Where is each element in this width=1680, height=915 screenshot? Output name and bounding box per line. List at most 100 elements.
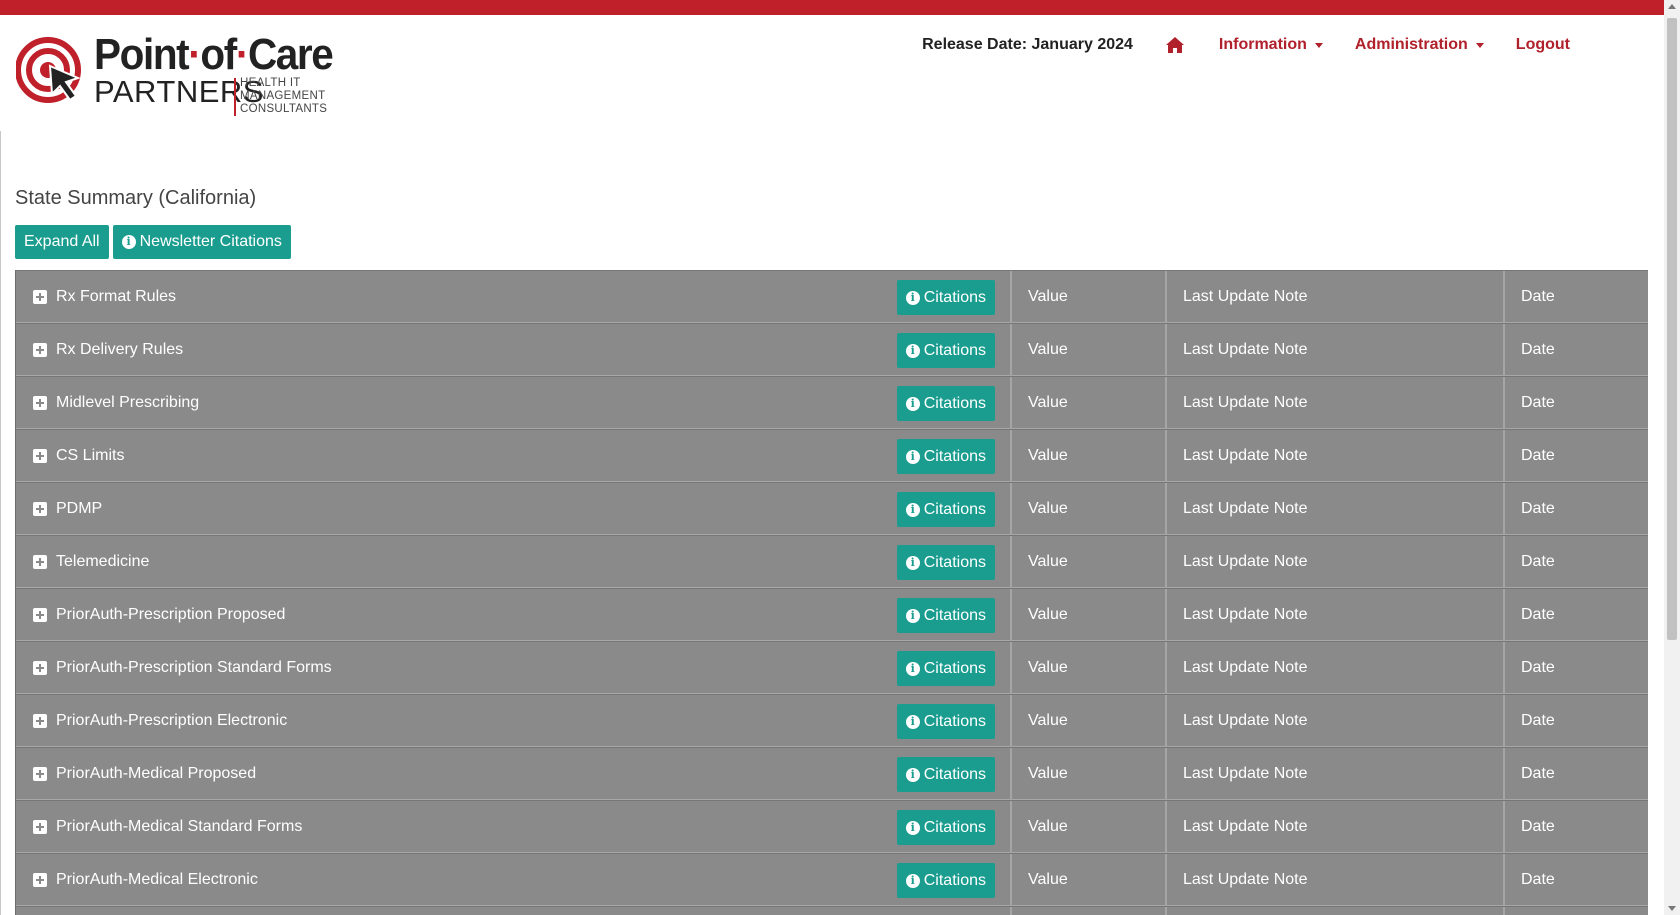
expand-icon[interactable] xyxy=(33,343,47,357)
citations-button[interactable]: i Citations xyxy=(896,333,995,368)
citations-button[interactable]: i Citations xyxy=(896,280,995,315)
vertical-scrollbar[interactable] xyxy=(1664,0,1680,915)
nav-information[interactable]: Information xyxy=(1219,36,1323,54)
brand-divider xyxy=(234,78,236,116)
row-title: PriorAuth-Prescription Proposed xyxy=(56,606,286,623)
note-cell: Last Update Note xyxy=(1167,695,1505,747)
value-cell: Value xyxy=(1012,324,1167,376)
expand-icon[interactable] xyxy=(33,396,47,410)
table-row[interactable]: PriorAuth-Prescription Electronic i Citati… xyxy=(16,694,1648,747)
brand-logo[interactable]: Point·of·Care PARTNERS HEALTH IT MANAGEM… xyxy=(16,30,336,120)
note-cell: Last Update Note xyxy=(1167,589,1505,641)
info-icon: i xyxy=(905,449,920,464)
citations-button[interactable]: i Citations xyxy=(896,598,995,633)
logout-link[interactable]: Logout xyxy=(1516,36,1570,54)
expand-icon[interactable] xyxy=(33,290,47,304)
row-title-cell[interactable]: Rx Delivery Rules i Citations xyxy=(16,324,1012,376)
expand-all-button[interactable]: Expand All xyxy=(15,225,109,259)
row-title-cell[interactable]: PriorAuth-Medical Electronic i Citations xyxy=(16,854,1012,906)
expand-icon[interactable] xyxy=(33,555,47,569)
row-title-cell[interactable]: Rx Format Rules i Citations xyxy=(16,271,1012,323)
date-cell: Date xyxy=(1521,394,1555,411)
info-icon: i xyxy=(905,608,920,623)
table-row[interactable]: Telemedicine i Citations Value Last Update N… xyxy=(16,535,1648,588)
date-cell: Date xyxy=(1521,765,1555,782)
date-cell: Date xyxy=(1521,341,1555,358)
row-title-cell[interactable]: PriorAuth-Prescription Standard Forms i Ci… xyxy=(16,642,1012,694)
citations-button[interactable]: i Citations xyxy=(896,439,995,474)
row-title: Rx Delivery Rules xyxy=(56,341,184,358)
date-cell: Date xyxy=(1521,712,1555,729)
row-title: PriorAuth-Medical Proposed xyxy=(56,765,257,782)
row-title-cell[interactable]: PriorAuth-Medical Standard Forms i Citatio… xyxy=(16,801,1012,853)
table-row[interactable]: Rx Delivery Rules i Citations Value Last Upd… xyxy=(16,323,1648,376)
row-title-cell[interactable]: Telemedicine i Citations xyxy=(16,536,1012,588)
expand-icon[interactable] xyxy=(33,502,47,516)
table-row[interactable]: PriorAuth-Medical Proposed i Citations Valu… xyxy=(16,747,1648,800)
row-title-cell[interactable]: PriorAuth-Prescription Electronic i Citati… xyxy=(16,695,1012,747)
row-title-cell[interactable]: PriorAuth-Medical Proposed i Citations xyxy=(16,748,1012,800)
date-cell: Date xyxy=(1521,659,1555,676)
action-buttons: Expand All i Newsletter Citations xyxy=(15,225,291,259)
table-row[interactable]: PriorAuth-Medical Standard Forms i Citatio… xyxy=(16,800,1648,853)
citations-button[interactable]: i Citations xyxy=(896,810,995,845)
citations-button[interactable]: i Citations xyxy=(896,492,995,527)
nav-administration[interactable]: Administration xyxy=(1355,36,1484,54)
value-cell: Value xyxy=(1012,854,1167,906)
citations-button[interactable]: i Citations xyxy=(896,704,995,739)
row-title-cell[interactable]: PriorAuth-Prescription Proposed i Citation… xyxy=(16,589,1012,641)
expand-icon[interactable] xyxy=(33,714,47,728)
info-icon: i xyxy=(905,873,920,888)
info-icon: i xyxy=(905,820,920,835)
info-icon: i xyxy=(905,343,920,358)
brand-name: Point·of·Care xyxy=(94,30,334,79)
info-icon: i xyxy=(905,661,920,676)
citations-button[interactable]: i Citations xyxy=(896,545,995,580)
note-cell: Last Update Note xyxy=(1167,854,1505,906)
brand-partners: PARTNERS xyxy=(94,74,264,109)
page-title: State Summary (California) xyxy=(15,187,257,209)
table-row[interactable]: Rx Format Rules i Citations Value Last Updat… xyxy=(16,270,1648,323)
expand-icon[interactable] xyxy=(33,608,47,622)
citations-button[interactable]: i Citations xyxy=(896,757,995,792)
value-cell: Value xyxy=(1012,642,1167,694)
date-cell: Date xyxy=(1521,447,1555,464)
note-cell: Last Update Note xyxy=(1167,430,1505,482)
row-title-cell[interactable] xyxy=(16,907,1012,915)
scroll-thumb[interactable] xyxy=(1667,18,1677,640)
table-row[interactable]: PriorAuth-Medical Electronic i Citations Va… xyxy=(16,853,1648,906)
note-cell: Last Update Note xyxy=(1167,748,1505,800)
date-cell: Date xyxy=(1521,871,1555,888)
scroll-down-icon[interactable] xyxy=(1668,906,1676,911)
chevron-down-icon xyxy=(1314,42,1323,48)
note-cell: Last Update Note xyxy=(1167,483,1505,535)
scroll-up-icon[interactable] xyxy=(1668,4,1676,9)
citations-button[interactable]: i Citations xyxy=(896,386,995,421)
table-row[interactable]: PriorAuth-Prescription Proposed i Citation… xyxy=(16,588,1648,641)
value-cell: Value xyxy=(1012,430,1167,482)
expand-icon[interactable] xyxy=(33,820,47,834)
expand-icon[interactable] xyxy=(33,873,47,887)
table-row[interactable]: Midlevel Prescribing i Citations Value Last … xyxy=(16,376,1648,429)
expand-icon[interactable] xyxy=(33,767,47,781)
expand-icon[interactable] xyxy=(33,661,47,675)
top-nav: Release Date: January 2024 Information A… xyxy=(922,33,1570,57)
row-title: PriorAuth-Medical Electronic xyxy=(56,871,258,888)
expand-icon[interactable] xyxy=(33,449,47,463)
row-title: Telemedicine xyxy=(56,553,150,570)
table-row[interactable] xyxy=(16,906,1648,915)
target-cursor-icon xyxy=(16,37,81,103)
date-cell: Date xyxy=(1521,500,1555,517)
row-title-cell[interactable]: PDMP i Citations xyxy=(16,483,1012,535)
row-title-cell[interactable]: CS Limits i Citations xyxy=(16,430,1012,482)
row-title: Rx Format Rules xyxy=(56,288,177,305)
table-row[interactable]: CS Limits i Citations Value Last Update Note… xyxy=(16,429,1648,482)
citations-button[interactable]: i Citations xyxy=(896,651,995,686)
home-icon[interactable] xyxy=(1165,36,1185,54)
row-title: Midlevel Prescribing xyxy=(56,394,200,411)
citations-button[interactable]: i Citations xyxy=(896,863,995,898)
table-row[interactable]: PriorAuth-Prescription Standard Forms i Ci… xyxy=(16,641,1648,694)
table-row[interactable]: PDMP i Citations Value Last Update Note Date xyxy=(16,482,1648,535)
newsletter-citations-button[interactable]: i Newsletter Citations xyxy=(112,225,291,259)
row-title-cell[interactable]: Midlevel Prescribing i Citations xyxy=(16,377,1012,429)
